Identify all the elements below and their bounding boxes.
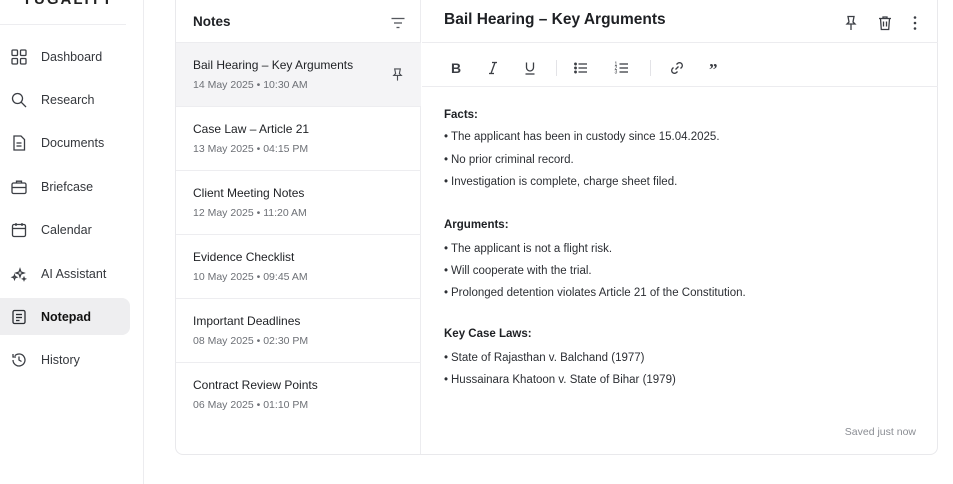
note-date: 10 May 2025 • 09:45 AM [193,271,308,283]
calendar-icon [10,221,28,239]
bold-icon[interactable]: B [446,58,466,78]
note-title: Case Law – Article 21 [193,122,310,136]
notes-title: Notes [193,14,231,29]
note-date: 12 May 2025 • 11:20 AM [193,207,307,219]
bullet-item: Investigation is complete, charge sheet … [444,176,677,188]
note-list-item[interactable]: Case Law – Article 21 13 May 2025 • 04:1… [176,107,421,171]
bullet-item: Will cooperate with the trial. [444,265,592,277]
sidebar-item-calendar[interactable]: Calendar [0,211,130,248]
underline-icon[interactable] [520,58,540,78]
italic-icon[interactable] [483,58,503,78]
section-heading: Facts: [444,109,478,121]
section-heading: Key Case Laws: [444,328,532,340]
sidebar-item-history[interactable]: History [0,341,130,378]
toolbar-divider [650,60,651,76]
notes-list: Notes Bail Hearing – Key Arguments 14 Ma… [176,0,421,454]
note-title: Contract Review Points [193,378,318,392]
pin-icon[interactable] [390,67,405,82]
note-date: 13 May 2025 • 04:15 PM [193,143,309,155]
note-date: 06 May 2025 • 01:10 PM [193,399,309,411]
svg-text:3: 3 [615,70,618,76]
editor-header: Bail Hearing – Key Arguments [422,0,938,43]
sidebar-item-dashboard[interactable]: Dashboard [0,38,130,75]
svg-text:”: ” [709,60,718,76]
sidebar-item-notepad[interactable]: Notepad [0,298,130,335]
sidebar: YUGALITY Dashboard Research Documents Br… [0,0,144,484]
note-list-item[interactable]: Client Meeting Notes 12 May 2025 • 11:20… [176,171,421,235]
sidebar-item-briefcase[interactable]: Briefcase [0,168,130,205]
sidebar-item-label: Briefcase [41,179,94,194]
formatting-toolbar: B 123 ” [422,43,938,87]
notes-header: Notes [176,0,421,43]
sidebar-item-research[interactable]: Research [0,81,130,118]
trash-icon[interactable] [876,14,894,32]
note-list-item[interactable]: Bail Hearing – Key Arguments 14 May 2025… [176,43,421,107]
note-date: 14 May 2025 • 10:30 AM [193,79,308,91]
sidebar-item-label: AI Assistant [41,266,107,281]
sparkles-icon [10,265,28,283]
divider [0,24,126,25]
quote-icon[interactable]: ” [706,58,726,78]
notepad-panel: Notes Bail Hearing – Key Arguments 14 Ma… [175,0,938,455]
note-list-item[interactable]: Important Deadlines 08 May 2025 • 02:30 … [176,299,421,363]
history-icon [10,351,28,369]
briefcase-icon [10,178,28,196]
pin-icon[interactable] [842,14,860,32]
sidebar-item-documents[interactable]: Documents [0,124,130,161]
sidebar-item-label: Research [41,92,95,107]
numbered-list-icon[interactable]: 123 [612,58,632,78]
more-options-icon[interactable] [906,14,924,32]
brand-logo: YUGALITY [22,0,114,8]
note-title: Evidence Checklist [193,250,295,264]
note-title-heading: Bail Hearing – Key Arguments [444,11,666,28]
bullet-list-icon[interactable] [571,58,591,78]
save-status: Saved just now [844,426,916,438]
note-list-item[interactable]: Contract Review Points 06 May 2025 • 01:… [176,363,421,427]
note-title: Bail Hearing – Key Arguments [193,58,354,72]
note-title: Client Meeting Notes [193,186,305,200]
sidebar-item-label: Documents [41,135,105,150]
section-heading: Arguments: [444,219,509,231]
note-editor: Bail Hearing – Key Arguments B 1 2 3 ” F… [422,0,938,454]
bullet-item: Hussainara Khatoon v. State of Bihar (19… [444,374,676,386]
filter-icon[interactable] [389,14,407,32]
bullet-item: The applicant has been in custody since … [444,131,720,143]
sidebar-item-label: Dashboard [41,49,103,64]
bullet-item: Prolonged detention violates Article 21 … [444,287,746,299]
sidebar-item-label: Notepad [41,309,91,324]
note-list-item[interactable]: Evidence Checklist 10 May 2025 • 09:45 A… [176,235,421,299]
search-icon [10,91,28,109]
dashboard-icon [10,48,28,66]
sidebar-item-label: History [41,352,80,367]
sidebar-item-ai-assistant[interactable]: AI Assistant [0,255,130,292]
bullet-item: No prior criminal record. [444,154,574,166]
svg-text:B: B [451,60,461,76]
sidebar-item-label: Calendar [41,222,92,237]
link-icon[interactable] [667,58,687,78]
note-date: 08 May 2025 • 02:30 PM [193,335,309,347]
bullet-item: The applicant is not a flight risk. [444,243,612,255]
note-title: Important Deadlines [193,314,301,328]
toolbar-divider [556,60,557,76]
notepad-icon [10,308,28,326]
bullet-item: State of Rajasthan v. Balchand (1977) [444,352,644,364]
document-icon [10,134,28,152]
